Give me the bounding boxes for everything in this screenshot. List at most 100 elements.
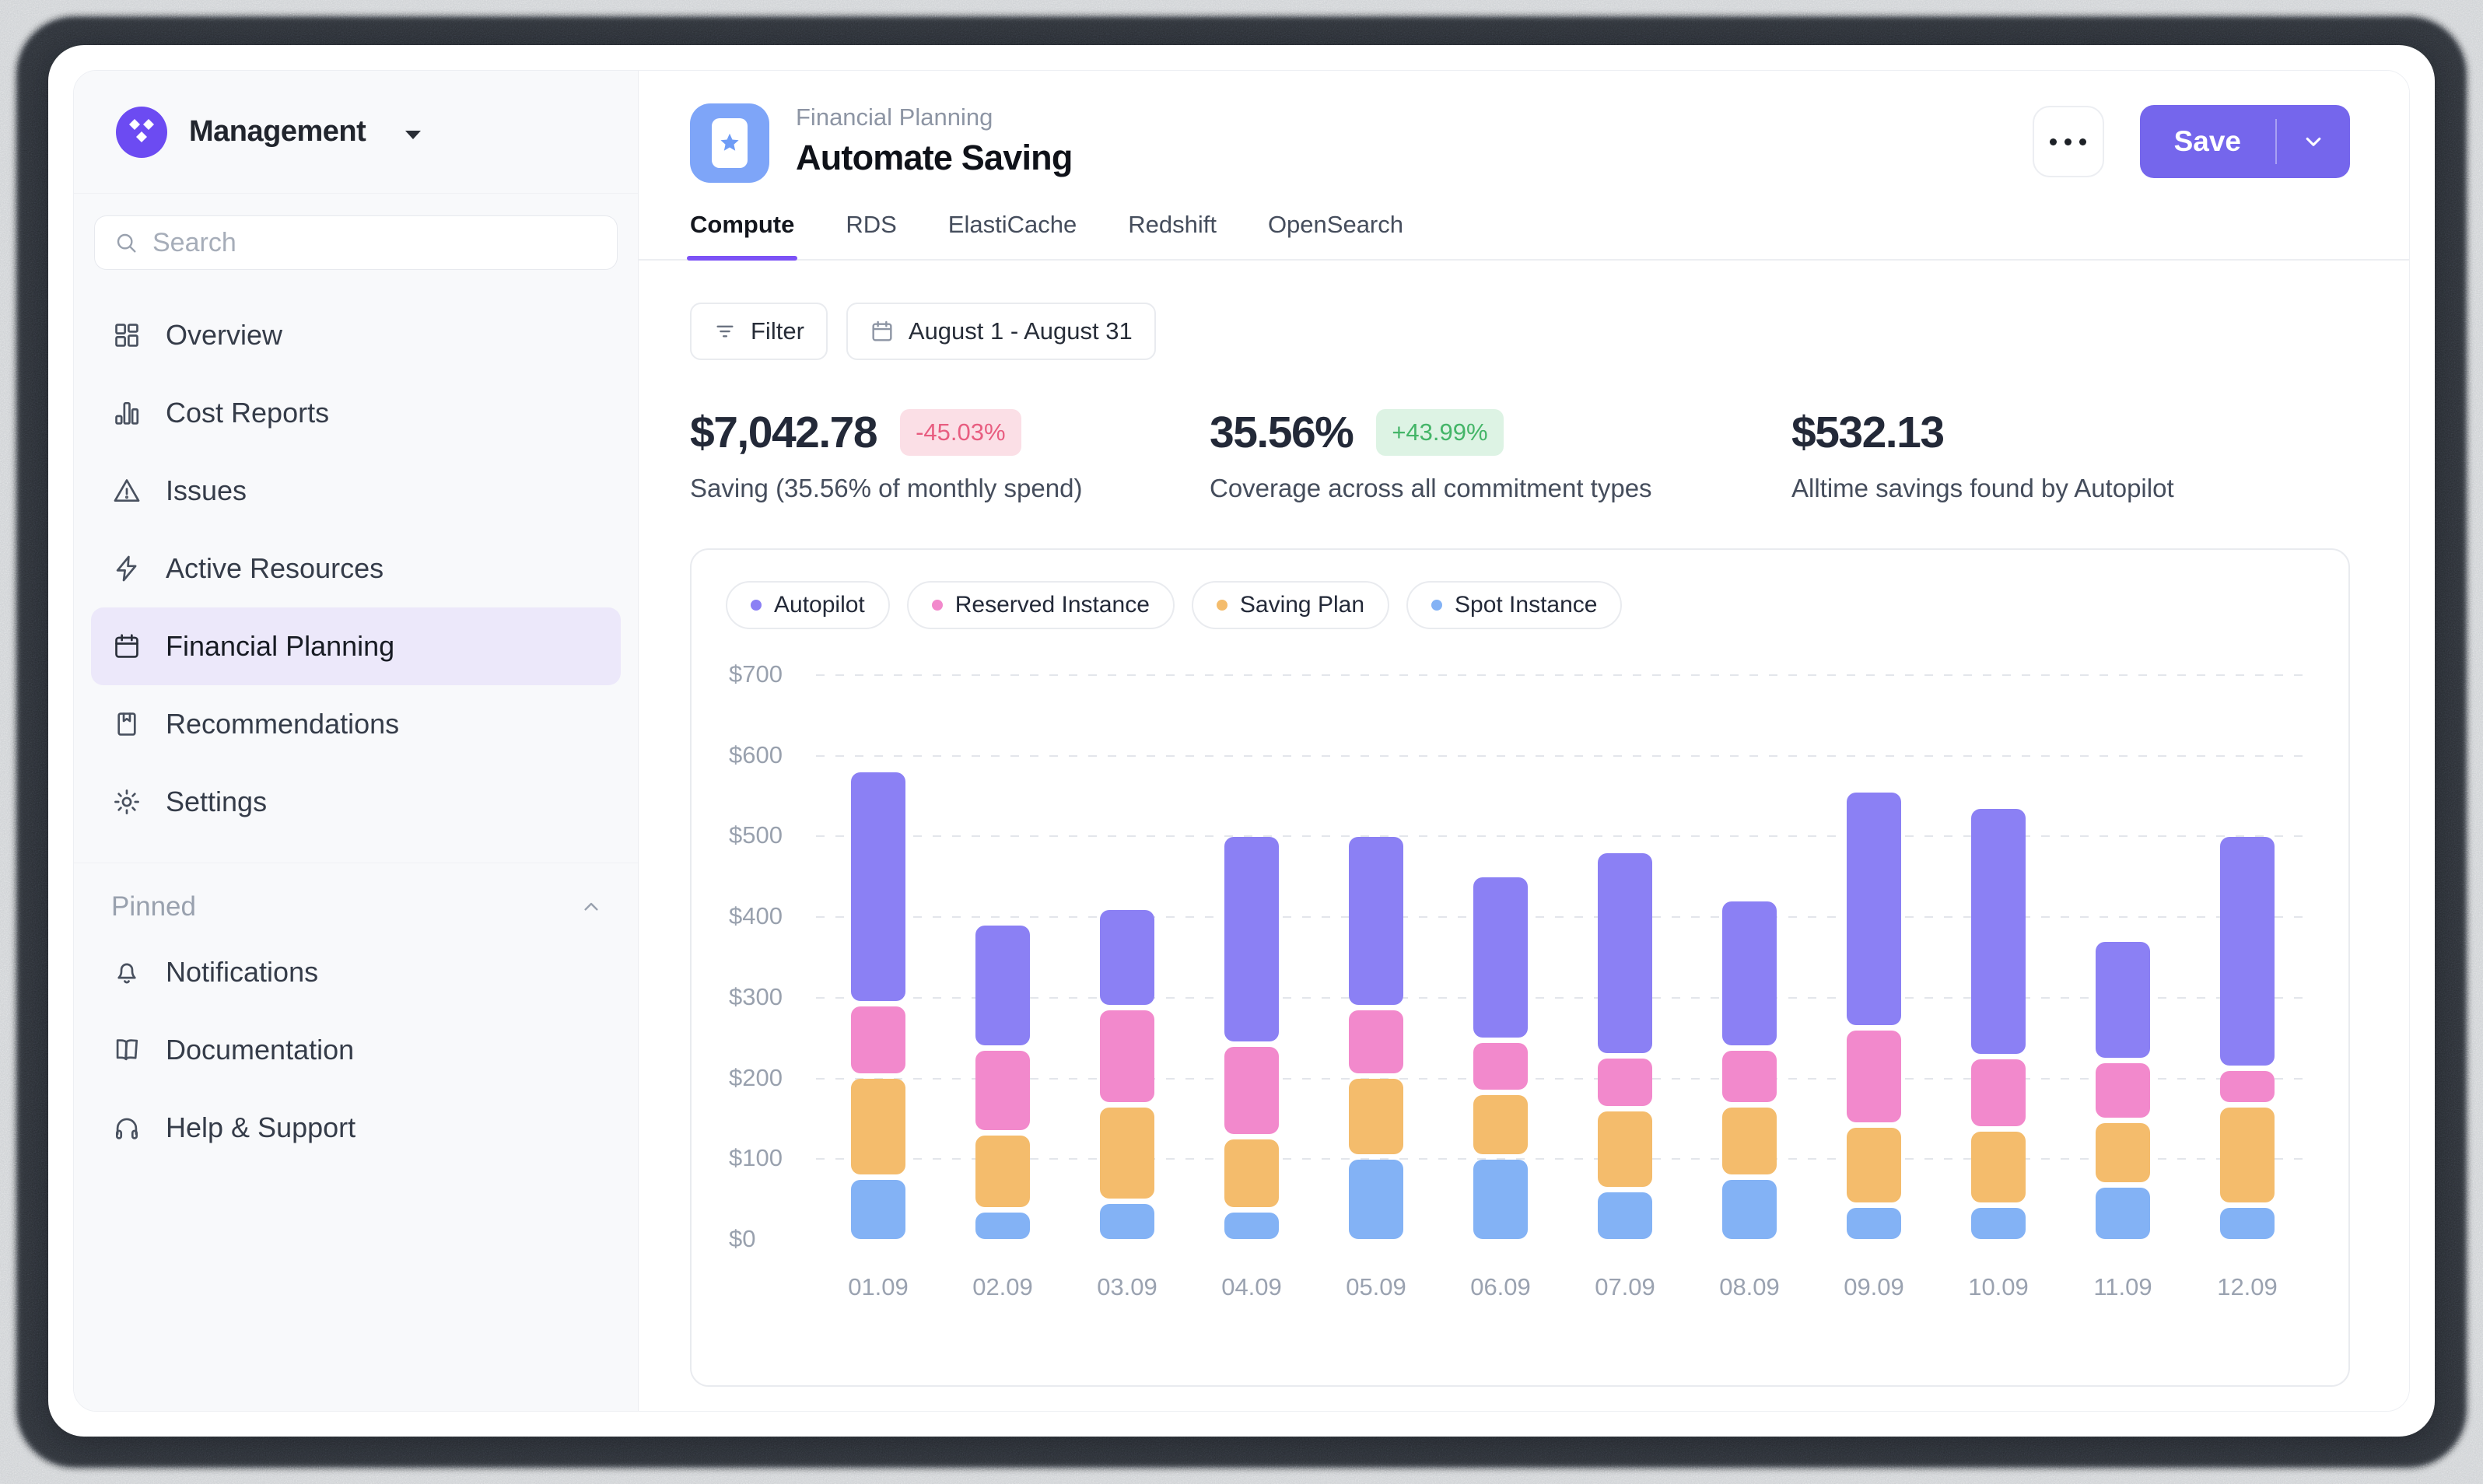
toolbar: Filter August 1 - August 31: [690, 303, 2358, 360]
bars: [816, 674, 2310, 1239]
sidebar-item-notifications[interactable]: Notifications: [91, 933, 621, 1011]
diamonds-logo-icon: [125, 116, 158, 149]
bar-slot: [816, 674, 940, 1239]
sidebar-item-recommendations[interactable]: Recommendations: [91, 685, 621, 763]
sidebar-item-settings[interactable]: Settings: [91, 763, 621, 841]
sidebar-item-label: Financial Planning: [166, 630, 394, 663]
bar-segment: [1847, 1031, 1901, 1122]
x-tick-label: 09.09: [1812, 1273, 1936, 1301]
x-tick-label: 10.09: [1936, 1273, 2061, 1301]
pinned-section-header[interactable]: Pinned: [74, 891, 638, 922]
calendar-icon: [870, 319, 895, 344]
sidebar-item-cost-reports[interactable]: Cost Reports: [91, 374, 621, 452]
y-tick-label: $400: [729, 902, 783, 930]
date-range-button[interactable]: August 1 - August 31: [846, 303, 1156, 360]
tab-compute[interactable]: Compute: [690, 211, 794, 259]
search-input[interactable]: [152, 228, 598, 258]
stacked-bar: [1598, 853, 1652, 1239]
chevron-down-icon: [2300, 128, 2327, 155]
tab-redshift[interactable]: Redshift: [1128, 211, 1217, 259]
caret-down-icon: [403, 128, 423, 141]
bar-segment: [1722, 1108, 1777, 1174]
sidebar-item-financial-planning[interactable]: Financial Planning: [91, 607, 621, 685]
bar-segment: [975, 926, 1030, 1045]
tab-opensearch[interactable]: OpenSearch: [1268, 211, 1403, 259]
bar-segment: [1722, 1180, 1777, 1239]
bar-segment: [1224, 837, 1279, 1041]
plot-area: [816, 674, 2310, 1239]
legend-dot-icon: [932, 600, 943, 611]
bar-segment: [1473, 1160, 1528, 1239]
sidebar-item-label: Active Resources: [166, 552, 383, 585]
brand-logo-icon: [116, 107, 167, 158]
header-actions: Save: [2033, 105, 2350, 178]
app-frame: Management Overview: [73, 70, 2410, 1412]
bar-segment: [2096, 942, 2150, 1058]
warning-icon: [111, 475, 142, 506]
bar-segment: [1473, 877, 1528, 1038]
save-split-button[interactable]: Save: [2140, 105, 2350, 178]
sidebar-item-documentation[interactable]: Documentation: [91, 1011, 621, 1089]
bar-slot: [1812, 674, 1936, 1239]
x-tick-label: 06.09: [1438, 1273, 1563, 1301]
bar-segment: [1349, 837, 1403, 1005]
legend-label: Spot Instance: [1455, 592, 1597, 618]
bar-segment: [2220, 1208, 2275, 1239]
legend-chip[interactable]: Saving Plan: [1192, 581, 1389, 629]
workspace-switcher[interactable]: Management: [74, 71, 638, 194]
legend-chip[interactable]: Autopilot: [726, 581, 890, 629]
save-button[interactable]: Save: [2140, 105, 2275, 178]
stat-delta-badge: +43.99%: [1376, 409, 1503, 456]
bar-segment: [1473, 1043, 1528, 1090]
bar-segment: [1971, 1208, 2026, 1239]
bar-slot: [1936, 674, 2061, 1239]
bar-slot: [1189, 674, 1314, 1239]
sidebar-item-active-resources[interactable]: Active Resources: [91, 530, 621, 607]
bar-segment: [851, 1079, 905, 1174]
sidebar-item-label: Cost Reports: [166, 397, 329, 429]
bar-segment: [2096, 1063, 2150, 1118]
bar-segment: [975, 1136, 1030, 1207]
legend-label: Autopilot: [774, 592, 865, 618]
headphones-icon: [111, 1112, 142, 1143]
tab-elasticache[interactable]: ElastiCache: [948, 211, 1077, 259]
legend-dot-icon: [1431, 600, 1442, 611]
x-tick-label: 12.09: [2185, 1273, 2310, 1301]
legend-chip[interactable]: Reserved Instance: [907, 581, 1175, 629]
more-options-button[interactable]: [2033, 106, 2104, 177]
bar-segment: [1971, 809, 2026, 1054]
stat-value: $7,042.78: [690, 407, 877, 458]
tab-rds[interactable]: RDS: [846, 211, 896, 259]
save-dropdown-button[interactable]: [2277, 105, 2350, 178]
stacked-bar: [851, 772, 905, 1239]
legend-dot-icon: [1217, 600, 1227, 611]
stat-value: 35.56%: [1210, 407, 1353, 458]
bell-icon: [111, 957, 142, 988]
stacked-bar: [1971, 809, 2026, 1239]
stat-value: $532.13: [1791, 407, 1944, 458]
bar-segment: [1722, 1051, 1777, 1102]
bar-slot: [2185, 674, 2310, 1239]
bookmark-icon: [111, 709, 142, 740]
filter-button[interactable]: Filter: [690, 303, 828, 360]
sidebar-nav: Overview Cost Reports Issues: [74, 276, 638, 841]
filter-icon: [713, 320, 737, 343]
x-axis-labels: 01.0902.0903.0904.0905.0906.0907.0908.09…: [816, 1273, 2310, 1301]
x-tick-label: 11.09: [2061, 1273, 2185, 1301]
stacked-bar: [1349, 837, 1403, 1239]
sidebar-item-issues[interactable]: Issues: [91, 452, 621, 530]
bar-segment: [1971, 1132, 2026, 1203]
bar-segment: [1100, 910, 1154, 1006]
stacked-bar: [975, 926, 1030, 1239]
sidebar-item-help-support[interactable]: Help & Support: [91, 1089, 621, 1167]
stacked-bar: [1224, 837, 1279, 1239]
search-box[interactable]: [94, 215, 618, 270]
legend-chip[interactable]: Spot Instance: [1406, 581, 1622, 629]
main-content: Financial Planning Automate Saving Save: [639, 71, 2409, 1411]
bar-segment: [2220, 1071, 2275, 1102]
bar-segment: [1473, 1095, 1528, 1154]
bar-segment: [1598, 1059, 1652, 1105]
sidebar-item-overview[interactable]: Overview: [91, 296, 621, 374]
sidebar: Management Overview: [74, 71, 639, 1411]
x-tick-label: 08.09: [1687, 1273, 1812, 1301]
